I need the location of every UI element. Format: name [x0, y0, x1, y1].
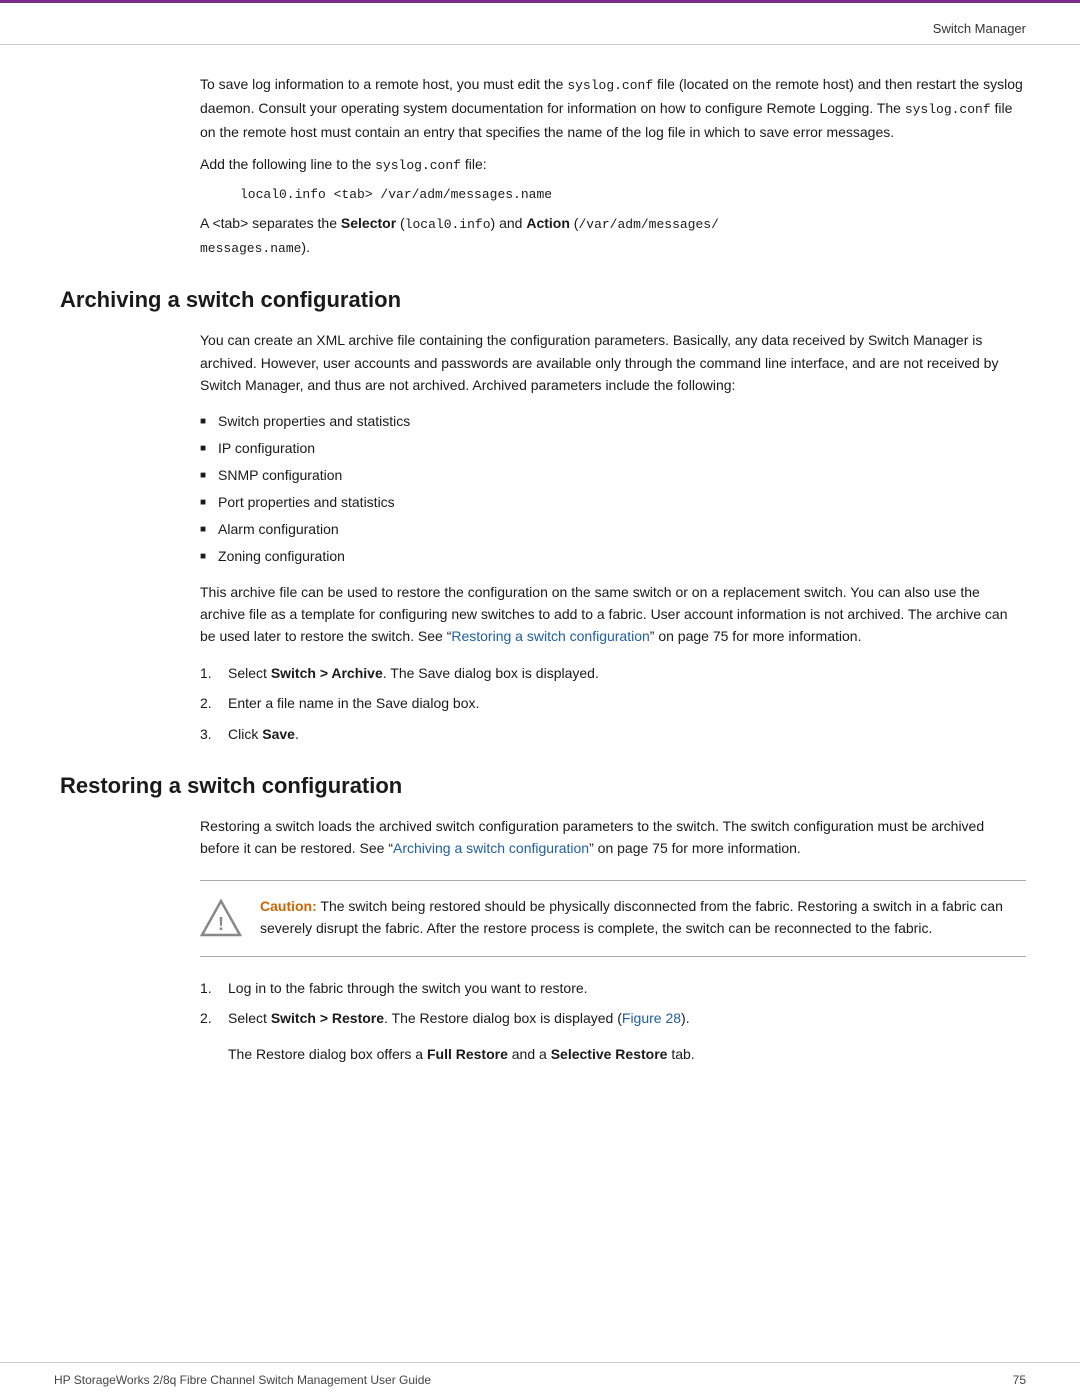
list-item: Zoning configuration — [200, 546, 1026, 567]
list-item: 1. Log in to the fabric through the swit… — [200, 977, 1026, 999]
archiving-link1[interactable]: Restoring a switch configuration — [451, 628, 649, 644]
intro-para1: To save log information to a remote host… — [200, 73, 1026, 143]
footer-left: HP StorageWorks 2/8q Fibre Channel Switc… — [54, 1373, 431, 1387]
caution-body: The switch being restored should be phys… — [260, 898, 1003, 936]
caution-text-block: Caution: The switch being restored shoul… — [260, 895, 1026, 940]
intro-block: To save log information to a remote host… — [200, 73, 1026, 259]
restore-sub-note: The Restore dialog box offers a Full Res… — [228, 1043, 1026, 1065]
header-title: Switch Manager — [933, 21, 1026, 36]
list-item: 1. Select Switch > Archive. The Save dia… — [200, 662, 1026, 684]
list-item: 2. Select Switch > Restore. The Restore … — [200, 1007, 1026, 1029]
caution-icon: ! — [200, 897, 242, 942]
content-area: To save log information to a remote host… — [0, 45, 1080, 1362]
page-footer: HP StorageWorks 2/8q Fibre Channel Switc… — [0, 1362, 1080, 1397]
archiving-para1: You can create an XML archive file conta… — [200, 329, 1026, 396]
archiving-bullet-list: Switch properties and statistics IP conf… — [200, 411, 1026, 567]
restoring-steps: 1. Log in to the fabric through the swit… — [200, 977, 1026, 1030]
list-item: Port properties and statistics — [200, 492, 1026, 513]
list-item: IP configuration — [200, 438, 1026, 459]
caution-box: ! Caution: The switch being restored sho… — [200, 880, 1026, 957]
list-item: 3. Click Save. — [200, 723, 1026, 745]
archiving-para2: This archive file can be used to restore… — [200, 581, 1026, 648]
restoring-para1: Restoring a switch loads the archived sw… — [200, 815, 1026, 860]
list-item: 2. Enter a file name in the Save dialog … — [200, 692, 1026, 714]
list-item: SNMP configuration — [200, 465, 1026, 486]
archiving-steps: 1. Select Switch > Archive. The Save dia… — [200, 662, 1026, 745]
intro-para3: A <tab> separates the Selector (local0.i… — [200, 212, 1026, 260]
figure28-link[interactable]: Figure 28 — [622, 1010, 681, 1026]
svg-text:!: ! — [218, 914, 224, 934]
page-container: Switch Manager To save log information t… — [0, 0, 1080, 1397]
restoring-heading: Restoring a switch configuration — [60, 773, 1026, 799]
list-item: Alarm configuration — [200, 519, 1026, 540]
top-border — [0, 0, 1080, 3]
list-item: Switch properties and statistics — [200, 411, 1026, 432]
archiving-heading: Archiving a switch configuration — [60, 287, 1026, 313]
page-header: Switch Manager — [0, 3, 1080, 45]
footer-page-number: 75 — [1013, 1373, 1026, 1387]
warning-triangle-icon: ! — [200, 897, 242, 939]
restoring-link1[interactable]: Archiving a switch configuration — [393, 840, 589, 856]
intro-para2: Add the following line to the syslog.con… — [200, 153, 1026, 177]
code-block: local0.info <tab> /var/adm/messages.name — [240, 187, 1026, 202]
caution-label: Caution: — [260, 898, 317, 914]
